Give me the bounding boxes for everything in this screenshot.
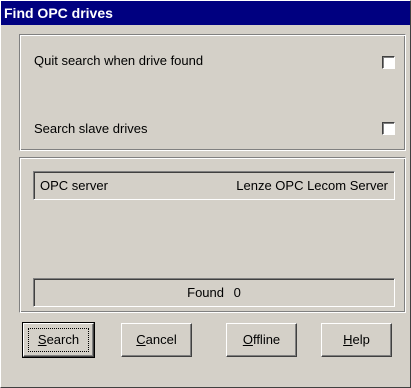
help-button-label: elp [352, 332, 370, 347]
cancel-button-mnemonic: C [136, 332, 146, 347]
search-button[interactable]: Search [22, 322, 95, 358]
opc-server-value: Lenze OPC Lecom Server [236, 178, 388, 193]
quit-search-label: Quit search when drive found [34, 53, 204, 68]
help-button-mnemonic: H [343, 332, 353, 347]
found-count: 0 [233, 285, 241, 300]
opc-server-label: OPC server [40, 178, 108, 193]
options-group: Quit search when drive found Search slav… [19, 34, 406, 151]
found-label: Found [187, 285, 224, 300]
focus-rect [28, 328, 89, 352]
quit-search-checkbox[interactable] [382, 56, 395, 69]
find-opc-drives-dialog: Find OPC drives Quit search when drive f… [0, 0, 411, 388]
offline-button[interactable]: Offline [226, 323, 297, 357]
offline-button-label: ffline [252, 332, 281, 347]
help-button[interactable]: Help [321, 323, 392, 357]
cancel-button[interactable]: Cancel [121, 323, 192, 357]
opc-server-field: OPC server Lenze OPC Lecom Server [33, 171, 395, 200]
search-slave-label: Search slave drives [34, 121, 148, 136]
results-group: OPC server Lenze OPC Lecom Server Found … [19, 157, 406, 313]
dialog-title: Find OPC drives [1, 1, 410, 25]
offline-button-mnemonic: O [242, 332, 253, 347]
search-slave-checkbox[interactable] [382, 122, 395, 135]
cancel-button-label: ancel [145, 332, 177, 347]
found-status: Found 0 [33, 278, 395, 307]
